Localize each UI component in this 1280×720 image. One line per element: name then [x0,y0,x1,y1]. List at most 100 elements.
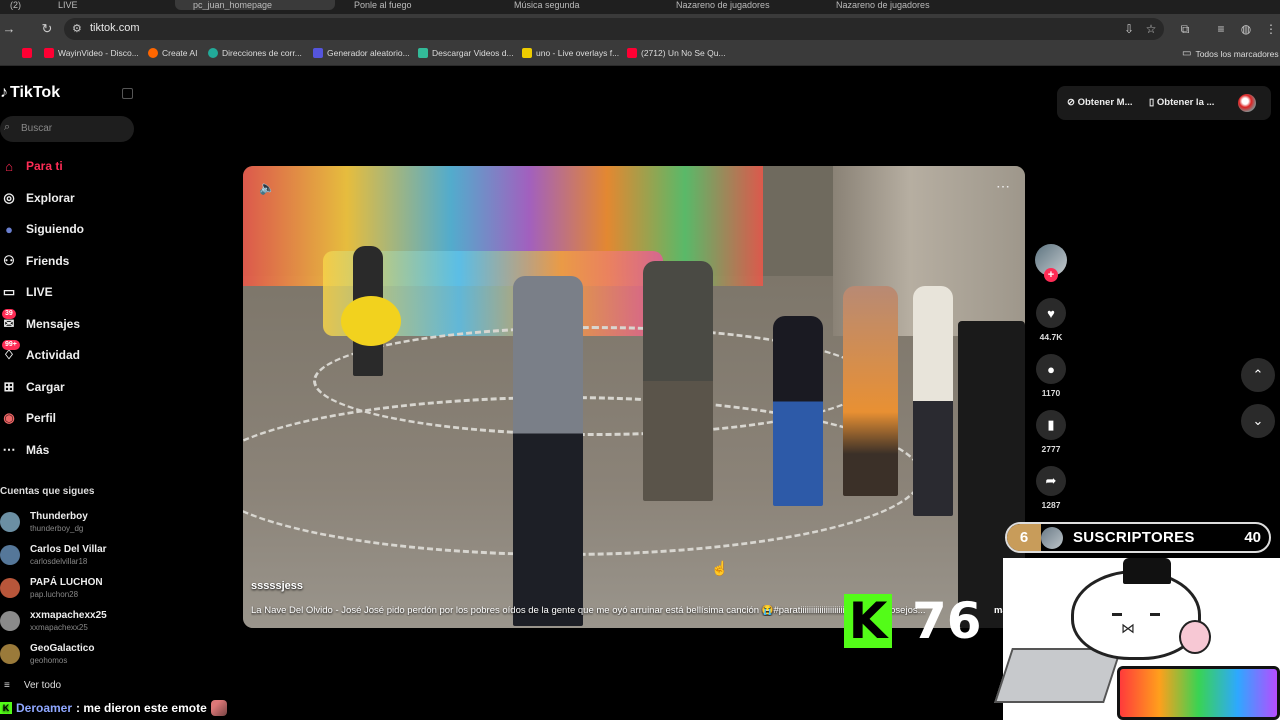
activity-icon: ♢ 99+ [0,340,20,364]
nav-label: Actividad [26,348,81,362]
browser-tab[interactable]: Nazareno de jugadores [672,0,812,10]
video-username[interactable]: sssssjess [251,580,303,592]
nav-label: Explorar [26,191,75,205]
nav-item-live[interactable]: ▭ LIVE [0,281,53,303]
reload-icon[interactable]: ↻ [38,20,56,38]
forward-icon[interactable]: → [0,20,18,38]
browser-tab[interactable]: LIVE [58,0,158,10]
logo-text: TikTok [10,84,61,101]
avatar [0,644,20,664]
avatar [0,545,20,565]
chevron-down-icon: ⌄ [1252,413,1264,428]
bookmark-item[interactable]: Create AI [148,48,197,58]
search-placeholder: Buscar [21,123,53,134]
url-text[interactable]: tiktok.com [90,22,140,34]
video-more-icon[interactable]: ⋯ [996,178,1011,195]
get-coins-button[interactable]: ⊘ Obtener M... [1067,97,1133,108]
activity-badge: 99+ [2,340,20,350]
bookmark-item[interactable]: Generador aleatorio... [313,48,410,58]
subs-avatar [1041,527,1063,549]
messages-icon: ✉ 39 [2,309,16,331]
share-icon: ➦ [1045,473,1057,488]
nav-label: Mensajes [26,317,81,331]
avatar [0,578,20,598]
mousepad-graphic [994,648,1122,703]
save-count: 2777 [1041,444,1061,454]
next-video-button[interactable]: ⌄ [1241,404,1275,438]
browser-menu-icon[interactable]: ⋮ [1262,20,1280,38]
all-bookmarks[interactable]: ▭ Todos los marcadores [1182,48,1279,59]
browser-tab-active[interactable]: pc_juan_homepage [175,0,335,10]
account-handle: xxmapachexx25 [30,623,88,632]
emote-icon [210,700,227,716]
site-info-icon[interactable]: ⚙ [72,22,82,35]
video-player[interactable]: 🔈 ⋯ sssssjess La Nave Del Olvido - José … [243,166,1025,628]
chat-text: : me dieron este emote [76,701,207,715]
search-icon: ⌕ [4,121,11,133]
profile-globe-icon[interactable]: ◍ [1237,20,1255,38]
install-icon[interactable]: ⇩ [1120,20,1138,38]
bookmark-label: WayinVideo - Disco... [58,48,139,58]
nav-item-explorar[interactable]: ◎ Explorar [0,187,75,209]
bookmark-favicon-icon [522,48,532,58]
cat-cam-overlay: ⋈ [994,558,1280,720]
bookmark-item[interactable]: uno - Live overlays f... [522,48,619,58]
browser-toolbar: → ↻ ⚙ tiktok.com ⇩ ☆ ⧉ ≡ ◍ ⋮ [0,14,1280,44]
browser-tab[interactable]: Nazareno de jugadores [832,0,972,10]
address-bar[interactable]: ⚙ tiktok.com [64,18,1164,40]
subs-count: 40 [1244,529,1261,546]
account-name: Carlos Del Villar [30,544,107,555]
kick-logo-icon: K [844,594,892,648]
like-button[interactable]: ♥ [1036,298,1066,328]
folder-icon: ▭ [1182,48,1192,59]
bookmark-item[interactable]: Descargar Videos d... [418,48,514,58]
chat-username: Deroamer [16,701,73,715]
get-app-label: Obtener la ... [1156,97,1215,108]
bookmark-item[interactable]: WayinVideo - Disco... [44,48,139,58]
bookmark-favicon-icon [418,48,428,58]
nav-item-para-ti[interactable]: ⌂ Para ti [0,155,63,177]
tab-search-icon[interactable]: ≡ [1212,20,1230,38]
browser-tab[interactable]: (2) [10,0,50,10]
comment-button[interactable]: ● [1036,354,1066,384]
collapse-sidebar-icon[interactable] [122,88,133,99]
see-all-link[interactable]: ≡ Ver todo [4,680,61,691]
previous-video-button[interactable]: ⌃ [1241,358,1275,392]
browser-tab[interactable]: Música segunda [510,0,650,10]
save-button[interactable]: ▮ [1036,410,1066,440]
get-app-button[interactable]: ▯ Obtener la ... [1149,97,1214,108]
profile-icon: ◉ [3,410,15,425]
nav-item-siguiendo[interactable]: ● Siguiendo [0,218,84,240]
cat-eye [1150,613,1160,616]
user-avatar[interactable] [1238,94,1256,112]
share-button[interactable]: ➦ [1036,466,1066,496]
heart-icon: ♥ [1047,305,1055,321]
bookmark-item[interactable] [22,48,32,58]
volume-icon[interactable]: 🔈 [259,180,275,196]
tiktok-logo[interactable]: ♪ TikTok [0,84,60,102]
browser-tab[interactable]: Ponle al fuego [350,0,490,10]
bookmark-favicon-icon [313,48,323,58]
messages-badge: 39 [2,309,16,319]
account-name: GeoGalactico [30,643,95,654]
nav-item-actividad[interactable]: ♢ 99+ Actividad [0,340,81,366]
account-name: xxmapachexx25 [30,610,107,621]
get-coins-label: Obtener M... [1077,97,1133,108]
account-handle: thunderboy_dg [30,524,84,533]
bookmark-item[interactable]: (2712) Un No Se Qu... [627,48,726,58]
nav-item-cargar[interactable]: ⊞ Cargar [0,376,65,398]
nav-item-mas[interactable]: ⋯ Más [0,439,50,461]
video-frame [843,286,898,496]
nav-item-mensajes[interactable]: ✉ 39 Mensajes [0,309,81,335]
kick-counter: K 76 [844,592,982,650]
video-frame [643,261,713,501]
extensions-icon[interactable]: ⧉ [1176,20,1194,38]
follow-plus-icon[interactable]: + [1044,268,1058,282]
search-input[interactable]: ⌕ Buscar [0,116,134,142]
see-all-label: Ver todo [23,680,62,691]
subscribers-widget: 6 SUSCRIPTORES 40 [1005,522,1271,553]
bookmark-star-icon[interactable]: ☆ [1142,20,1160,38]
nav-item-friends[interactable]: ⚇ Friends [0,250,69,272]
bookmark-item[interactable]: Direcciones de corr... [208,48,302,58]
nav-item-perfil[interactable]: ◉ Perfil [0,407,56,429]
